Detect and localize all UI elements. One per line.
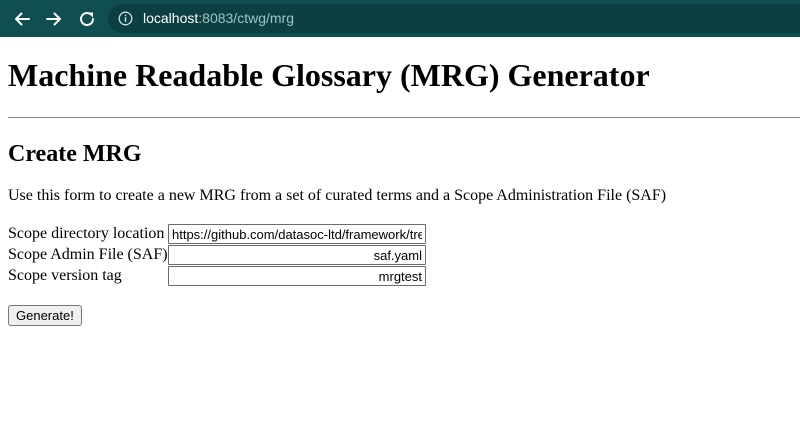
arrow-left-icon	[13, 10, 31, 28]
forward-button[interactable]	[43, 8, 65, 30]
version-tag-label: Scope version tag	[8, 267, 122, 284]
back-button[interactable]	[11, 8, 33, 30]
scope-directory-label: Scope directory location	[8, 225, 165, 242]
saf-label: Scope Admin File (SAF)	[8, 246, 168, 263]
generate-button[interactable]: Generate!	[8, 305, 82, 326]
scope-directory-input[interactable]	[168, 224, 426, 244]
saf-input[interactable]	[168, 245, 426, 265]
info-icon[interactable]	[118, 11, 133, 31]
divider	[8, 117, 800, 118]
arrow-right-icon	[45, 10, 63, 28]
section-title: Create MRG	[8, 141, 142, 167]
form-description: Use this form to create a new MRG from a…	[8, 187, 667, 204]
page-title: Machine Readable Glossary (MRG) Generato…	[8, 57, 650, 93]
browser-toolbar: localhost:8083/ctwg/mrg	[0, 0, 800, 37]
url-text: localhost:8083/ctwg/mrg	[143, 10, 294, 27]
reload-button[interactable]	[76, 8, 98, 30]
reload-icon	[78, 10, 96, 28]
page-content: Machine Readable Glossary (MRG) Generato…	[0, 37, 800, 432]
address-bar[interactable]: localhost:8083/ctwg/mrg	[108, 4, 800, 33]
version-tag-input[interactable]	[168, 266, 426, 286]
url-path: :8083/ctwg/mrg	[198, 10, 294, 26]
url-host: localhost	[143, 10, 199, 26]
